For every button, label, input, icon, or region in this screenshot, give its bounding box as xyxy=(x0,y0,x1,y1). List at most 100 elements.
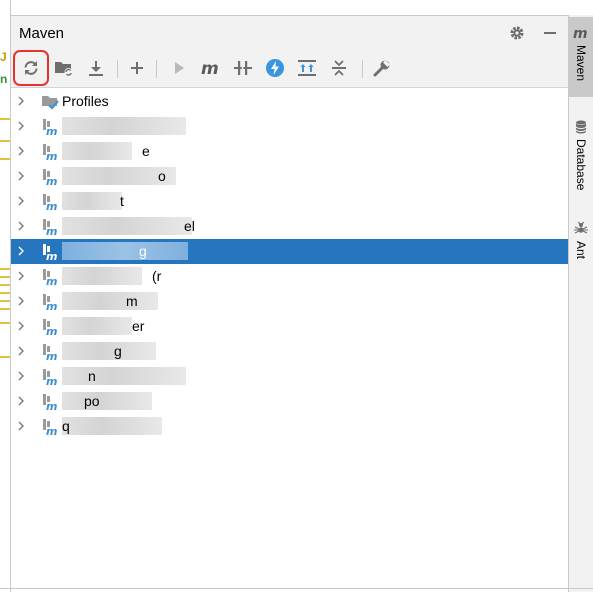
tree-node-maven-module[interactable]: mg xyxy=(11,339,568,364)
ant-icon xyxy=(574,221,588,234)
download-icon xyxy=(89,61,103,76)
ant-tab-label: Ant xyxy=(574,241,588,260)
tree-node-maven-module[interactable]: m er xyxy=(11,314,568,339)
editor-highlight-bar xyxy=(0,356,10,358)
lightning-icon xyxy=(266,59,284,77)
redacted-module-name xyxy=(62,342,156,360)
module-name-fragment: (r xyxy=(152,268,162,284)
maven-module-icon: m xyxy=(43,344,57,361)
execute-maven-goal-button[interactable]: m xyxy=(198,55,224,81)
chevron-right-icon[interactable] xyxy=(15,120,27,132)
module-name-fragment: er xyxy=(132,318,145,334)
maven-m-icon: m xyxy=(573,26,588,41)
tree-node-profiles[interactable]: Profiles xyxy=(11,89,568,114)
chevron-right-icon[interactable] xyxy=(15,95,27,107)
redacted-module-name xyxy=(62,417,162,435)
module-name-fragment: n xyxy=(88,368,96,384)
chevron-right-icon[interactable] xyxy=(15,320,27,332)
maven-module-icon: m xyxy=(43,419,57,436)
tree-node-maven-module[interactable]: mq xyxy=(11,414,568,439)
module-name-fragment: g xyxy=(114,343,122,359)
chevron-right-icon[interactable] xyxy=(15,220,27,232)
chevron-right-icon[interactable] xyxy=(15,195,27,207)
toggle-skip-tests-button[interactable] xyxy=(230,55,256,81)
tree-node-maven-module[interactable]: m (r xyxy=(11,264,568,289)
maven-module-icon: m xyxy=(43,319,57,336)
chevron-right-icon[interactable] xyxy=(15,295,27,307)
minimize-button[interactable] xyxy=(540,23,560,43)
redacted-module-name xyxy=(62,392,152,410)
editor-highlight-bar xyxy=(0,140,10,142)
run-maven-build-button[interactable] xyxy=(166,55,192,81)
tree-node-maven-module[interactable]: me xyxy=(11,139,568,164)
svg-text:m: m xyxy=(46,425,57,436)
panel-header: Maven xyxy=(11,16,568,50)
chevron-right-icon[interactable] xyxy=(15,370,27,382)
chevron-right-icon[interactable] xyxy=(15,420,27,432)
window-bottom-border xyxy=(0,588,593,589)
maven-module-icon: m xyxy=(43,119,57,136)
redacted-module-name xyxy=(62,217,192,235)
maven-module-icon: m xyxy=(43,294,57,311)
maven-module-icon: m xyxy=(43,169,57,186)
chevron-right-icon[interactable] xyxy=(15,245,27,257)
download-sources-button[interactable] xyxy=(83,55,109,81)
tree-node-maven-module[interactable]: mn xyxy=(11,364,568,389)
svg-text:m: m xyxy=(46,200,57,211)
svg-text:m: m xyxy=(46,250,57,261)
editor-highlight-bar xyxy=(0,158,10,160)
editor-highlight-bar xyxy=(0,300,10,302)
svg-text:m: m xyxy=(46,275,57,286)
maven-module-icon: m xyxy=(43,394,57,411)
show-dependencies-button[interactable] xyxy=(294,55,320,81)
chevron-right-icon[interactable] xyxy=(15,345,27,357)
maven-tool-tab[interactable]: m Maven xyxy=(569,17,593,97)
module-name-fragment: t xyxy=(120,193,124,209)
minus-icon xyxy=(544,32,556,34)
reload-all-maven-projects-button[interactable] xyxy=(13,50,49,86)
settings-button[interactable] xyxy=(507,23,527,43)
maven-module-icon: m xyxy=(43,194,57,211)
editor-highlight-bar xyxy=(0,276,10,278)
module-name-fragment: e xyxy=(142,143,150,159)
collapse-all-button[interactable] xyxy=(326,55,352,81)
ant-tool-tab[interactable]: Ant xyxy=(569,217,593,275)
svg-text:m: m xyxy=(46,300,57,311)
tree-node-maven-module[interactable]: mo xyxy=(11,164,568,189)
redacted-module-name xyxy=(62,242,188,260)
svg-text:m: m xyxy=(46,150,57,161)
tree-node-maven-module[interactable]: m xyxy=(11,114,568,139)
redacted-module-name xyxy=(62,317,132,335)
module-name-fragment: po xyxy=(84,393,100,409)
redacted-module-name xyxy=(62,142,132,160)
plus-icon xyxy=(131,62,143,74)
generate-sources-button[interactable] xyxy=(51,55,77,81)
redacted-module-name xyxy=(62,192,122,210)
maven-module-icon: m xyxy=(43,219,57,236)
tree-node-label: Profiles xyxy=(62,93,109,109)
svg-text:m: m xyxy=(573,26,588,41)
skip-tests-icon xyxy=(234,60,252,76)
maven-module-icon: m xyxy=(43,369,57,386)
editor-mark: n xyxy=(0,72,8,86)
add-maven-project-button[interactable] xyxy=(124,55,150,81)
editor-highlight-bar xyxy=(0,308,10,310)
redacted-module-name xyxy=(62,117,186,135)
chevron-right-icon[interactable] xyxy=(15,170,27,182)
chevron-right-icon[interactable] xyxy=(15,270,27,282)
svg-text:m: m xyxy=(201,59,219,77)
redacted-module-name xyxy=(62,292,158,310)
module-name-fragment: o xyxy=(158,168,166,184)
right-tool-strip: m Maven Database Ant xyxy=(568,15,593,592)
tree-node-maven-module[interactable]: mt xyxy=(11,189,568,214)
chevron-right-icon[interactable] xyxy=(15,145,27,157)
tree-node-maven-module[interactable]: mg xyxy=(11,239,568,264)
tree-node-maven-module[interactable]: mm xyxy=(11,289,568,314)
tree-node-maven-module[interactable]: m po xyxy=(11,389,568,414)
database-tool-tab[interactable]: Database xyxy=(569,113,593,203)
gear-icon xyxy=(510,26,524,40)
chevron-right-icon[interactable] xyxy=(15,395,27,407)
offline-mode-button[interactable] xyxy=(262,55,288,81)
maven-settings-button[interactable] xyxy=(369,55,395,81)
tree-node-maven-module[interactable]: m el xyxy=(11,214,568,239)
